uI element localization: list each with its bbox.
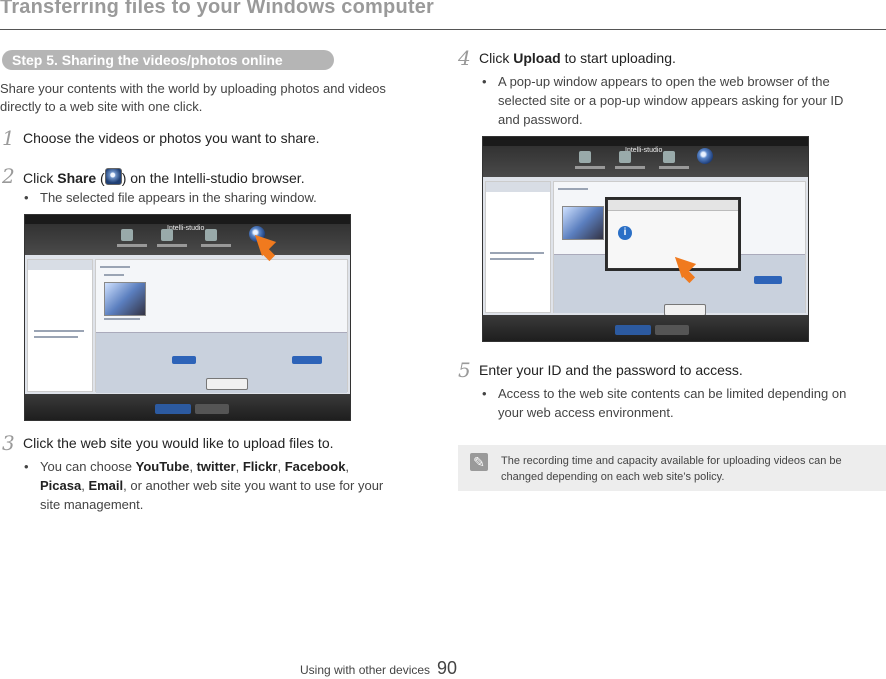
step-number: 4 (458, 46, 471, 70)
step-number: 2 (2, 164, 15, 188)
step-text: Click the web site you would like to upl… (23, 435, 334, 451)
step-text: Click Share () on the Intelli-studio bro… (23, 168, 305, 186)
info-icon: i (618, 226, 632, 240)
page-header-title: Transferring files to your Windows compu… (0, 0, 435, 18)
page-number: 90 (437, 658, 458, 678)
popup-title-bar (608, 200, 738, 211)
section-pill: Step 5. Sharing the videos/photos online (2, 50, 334, 70)
step-number: 3 (2, 431, 15, 455)
note-box: ✎ The recording time and capacity availa… (458, 445, 886, 491)
step-text: Enter your ID and the password to access… (479, 362, 743, 378)
pencil-note-icon: ✎ (470, 453, 488, 471)
note-text: The recording time and capacity availabl… (501, 455, 842, 483)
share-icon (104, 168, 122, 185)
step-3-bullet: • You can choose YouTube, twitter, Flick… (24, 459, 384, 512)
step-text: Click Upload to start uploading. (479, 50, 676, 66)
intro-paragraph: Share your contents with the world by up… (0, 81, 386, 114)
step-number: 5 (458, 358, 471, 382)
header-divider (0, 29, 886, 30)
step-text: Choose the videos or photos you want to … (23, 130, 320, 146)
step-number: 1 (2, 126, 15, 150)
footer-section-label: Using with other devices (300, 663, 431, 677)
intelli-studio-share-screenshot: Intelli-studio (24, 214, 351, 421)
